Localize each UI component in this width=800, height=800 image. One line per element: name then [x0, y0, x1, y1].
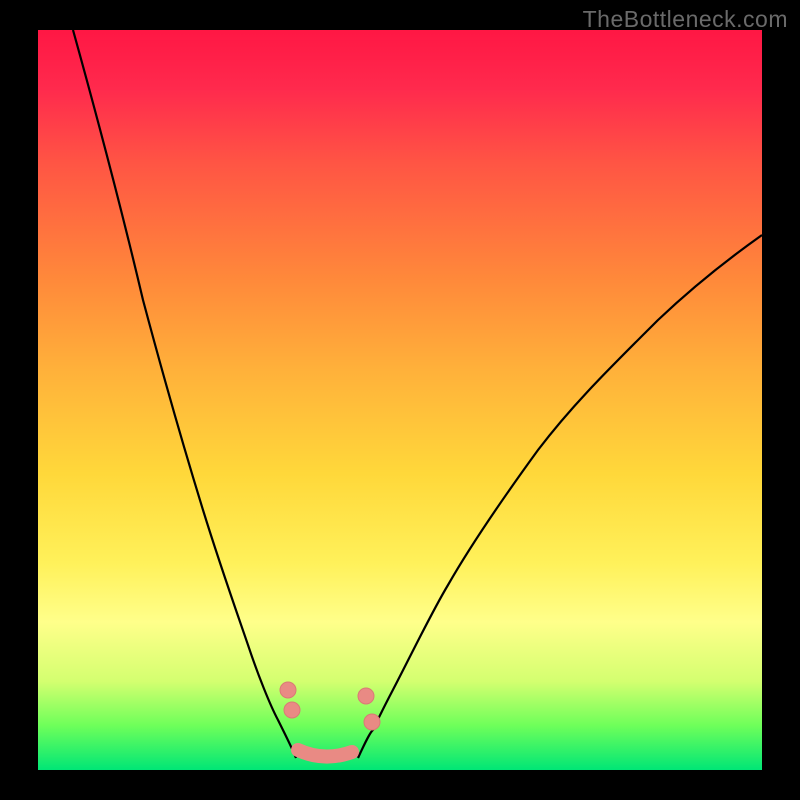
marker-dot — [284, 702, 300, 718]
watermark-text: TheBottleneck.com — [583, 6, 788, 33]
curve-right — [358, 235, 762, 758]
curve-trough-band — [298, 750, 352, 757]
marker-dot — [358, 688, 374, 704]
marker-dot — [280, 682, 296, 698]
chart-svg — [38, 30, 762, 770]
marker-dot — [364, 714, 380, 730]
chart-frame: TheBottleneck.com — [0, 0, 800, 800]
curve-left — [73, 30, 296, 758]
